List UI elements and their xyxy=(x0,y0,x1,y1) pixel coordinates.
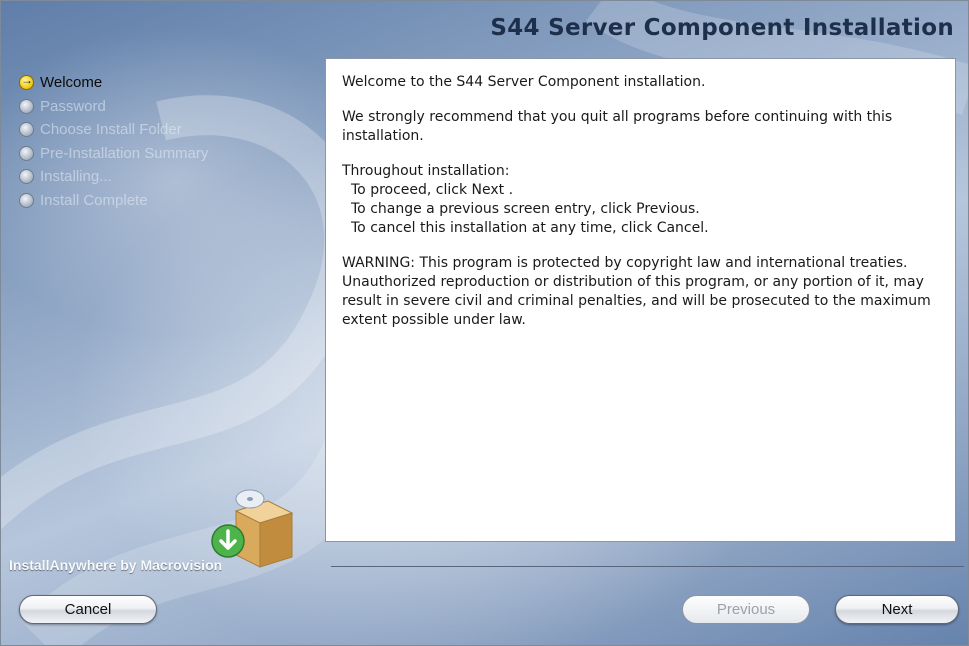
cancel-button[interactable]: Cancel xyxy=(19,595,157,624)
step-label: Welcome xyxy=(40,74,103,92)
step-password: Password xyxy=(19,95,319,119)
next-button[interactable]: Next xyxy=(835,595,959,624)
warning-text: WARNING: This program is protected by co… xyxy=(342,255,936,328)
window-title: S44 Server Component Installation xyxy=(490,15,954,41)
radio-circle-icon xyxy=(19,145,34,161)
step-install-complete: Install Complete xyxy=(19,189,319,213)
arrow-right-icon xyxy=(19,73,34,91)
step-pre-installation-summary: Pre-Installation Summary xyxy=(19,142,319,166)
step-label: Installing... xyxy=(40,168,112,186)
step-choose-install-folder: Choose Install Folder xyxy=(19,118,319,142)
brand-label: InstallAnywhere by Macrovision xyxy=(9,557,223,573)
step-label: Password xyxy=(40,97,106,115)
radio-circle-icon xyxy=(19,192,34,208)
instruction-next: To proceed, click Next . xyxy=(351,182,514,198)
radio-circle-icon xyxy=(19,169,34,185)
instruction-previous: To change a previous screen entry, click… xyxy=(351,201,700,217)
step-welcome: Welcome xyxy=(19,71,319,95)
footer-divider xyxy=(331,566,964,567)
radio-circle-icon xyxy=(19,122,34,138)
welcome-text-panel: Welcome to the S44 Server Component inst… xyxy=(325,58,956,542)
step-label: Choose Install Folder xyxy=(40,121,182,139)
throughout-heading: Throughout installation: xyxy=(342,163,510,179)
instruction-cancel: To cancel this installation at any time,… xyxy=(351,220,709,236)
step-list: Welcome Password Choose Install Folder P… xyxy=(19,71,319,212)
instructions-block: Throughout installation: To proceed, cli… xyxy=(342,162,939,238)
intro-text: Welcome to the S44 Server Component inst… xyxy=(342,74,706,90)
recommend-text: We strongly recommend that you quit all … xyxy=(342,109,897,144)
step-label: Install Complete xyxy=(40,191,148,209)
install-box-icon xyxy=(211,489,294,568)
radio-circle-icon xyxy=(19,98,34,114)
previous-button[interactable]: Previous xyxy=(682,595,810,624)
installer-window: S44 Server Component Installation Welcom… xyxy=(0,0,969,646)
step-installing: Installing... xyxy=(19,165,319,189)
step-label: Pre-Installation Summary xyxy=(40,144,209,162)
